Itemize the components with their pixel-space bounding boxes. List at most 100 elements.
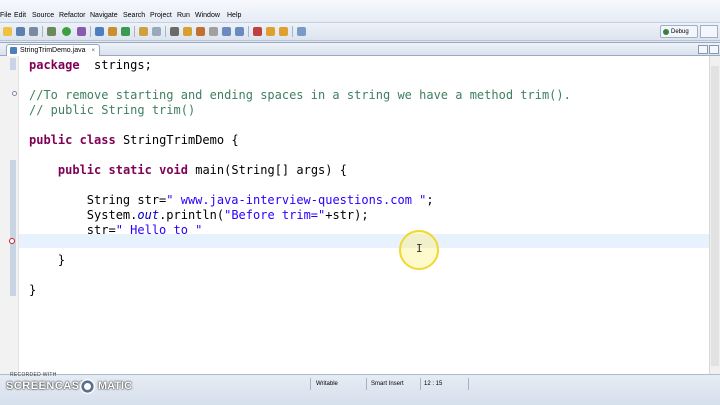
debug-perspective-button[interactable]: Debug bbox=[660, 25, 698, 38]
status-separator bbox=[366, 378, 367, 390]
menu-run[interactable]: Run bbox=[177, 12, 190, 20]
forward-icon[interactable] bbox=[279, 27, 288, 36]
code-line: String str=" www.java-interview-question… bbox=[29, 193, 434, 207]
toolbar-separator bbox=[248, 26, 249, 37]
code-line: System.out.println("Before trim="+str); bbox=[29, 208, 369, 222]
back-icon[interactable] bbox=[266, 27, 275, 36]
java-perspective-button[interactable] bbox=[700, 25, 718, 38]
code-token: class bbox=[79, 133, 116, 147]
editor-tab-stringtrimdemo[interactable]: StringTrimDemo.java × bbox=[6, 44, 100, 56]
status-separator bbox=[310, 378, 311, 390]
close-tab-icon[interactable]: × bbox=[91, 48, 95, 54]
toolbar-separator bbox=[134, 26, 135, 37]
editor-tab-label: StringTrimDemo.java bbox=[20, 47, 86, 54]
pin-icon[interactable] bbox=[297, 27, 306, 36]
last-edit-icon[interactable] bbox=[253, 27, 262, 36]
main-toolbar: Debug bbox=[0, 23, 720, 41]
block-selection-icon[interactable] bbox=[196, 27, 205, 36]
toolbar-separator bbox=[292, 26, 293, 37]
menu-help[interactable]: Help bbox=[227, 12, 241, 20]
toolbar-separator bbox=[42, 26, 43, 37]
menu-search[interactable]: Search bbox=[123, 12, 145, 20]
status-separator bbox=[468, 378, 469, 390]
code-line: //To remove starting and ending spaces i… bbox=[29, 88, 571, 102]
text-cursor-icon: I bbox=[416, 242, 423, 255]
watermark-brand-right: MATIC bbox=[98, 380, 133, 392]
code-line: // public String trim() bbox=[29, 103, 195, 117]
code-token: "Before trim=" bbox=[224, 208, 326, 222]
show-whitespace-icon[interactable] bbox=[209, 27, 218, 36]
run-icon[interactable] bbox=[62, 27, 71, 36]
menu-bar: File Edit Source Refactor Navigate Searc… bbox=[0, 0, 720, 23]
menu-refactor[interactable]: Refactor bbox=[59, 12, 85, 20]
toolbar-separator bbox=[165, 26, 166, 37]
debug-icon[interactable] bbox=[47, 27, 56, 36]
external-tools-icon[interactable] bbox=[77, 27, 86, 36]
code-line: } bbox=[29, 253, 65, 267]
status-separator bbox=[420, 378, 421, 390]
code-token: String str= bbox=[29, 193, 167, 207]
new-java-project-icon[interactable] bbox=[95, 27, 104, 36]
code-token: public bbox=[29, 133, 73, 147]
annotation-icon[interactable] bbox=[183, 27, 192, 36]
save-icon[interactable] bbox=[16, 27, 25, 36]
next-annotation-icon[interactable] bbox=[222, 27, 231, 36]
new-class-icon[interactable] bbox=[121, 27, 130, 36]
open-type-icon[interactable] bbox=[139, 27, 148, 36]
error-marker-icon[interactable] bbox=[9, 238, 15, 244]
code-area[interactable]: package strings; //To remove starting and… bbox=[19, 56, 709, 374]
code-line: public static void main(String[] args) { bbox=[29, 163, 347, 177]
minimize-icon[interactable] bbox=[698, 45, 708, 54]
toggle-mark-icon[interactable] bbox=[170, 27, 179, 36]
toolbar-separator bbox=[90, 26, 91, 37]
code-token: strings; bbox=[79, 58, 152, 72]
code-line: } bbox=[29, 283, 36, 297]
menu-project[interactable]: Project bbox=[150, 12, 172, 20]
code-token: +str); bbox=[325, 208, 369, 222]
code-token: .println( bbox=[159, 208, 225, 222]
status-insert-mode: Smart Insert bbox=[371, 381, 404, 387]
code-token: System. bbox=[29, 208, 138, 222]
bug-icon bbox=[663, 29, 669, 35]
menu-navigate[interactable]: Navigate bbox=[90, 12, 118, 20]
code-token: //To remove starting and ending spaces i… bbox=[29, 88, 571, 102]
code-line: str=" Hello to " bbox=[29, 223, 203, 237]
code-token: package bbox=[29, 58, 80, 72]
code-token: static bbox=[108, 163, 152, 177]
code-line: package strings; bbox=[29, 58, 152, 72]
new-package-icon[interactable] bbox=[108, 27, 117, 36]
code-token: out bbox=[137, 208, 160, 222]
menu-file[interactable]: File bbox=[0, 12, 11, 20]
code-token: // public String trim() bbox=[29, 103, 196, 117]
prev-annotation-icon[interactable] bbox=[235, 27, 244, 36]
status-writable: Writable bbox=[316, 381, 338, 387]
code-line: public class StringTrimDemo { bbox=[29, 133, 239, 147]
editor-gutter bbox=[0, 56, 19, 374]
code-token: " www.java-interview-questions.com " bbox=[166, 193, 427, 207]
editor-tab-bar: StringTrimDemo.java × bbox=[0, 43, 720, 56]
change-marker bbox=[10, 58, 16, 70]
fold-toggle-icon[interactable] bbox=[12, 91, 17, 96]
vertical-scrollbar[interactable] bbox=[709, 56, 720, 374]
print-icon[interactable] bbox=[29, 27, 38, 36]
maximize-icon[interactable] bbox=[709, 45, 719, 54]
code-token: } bbox=[29, 283, 37, 297]
java-file-icon bbox=[10, 47, 17, 54]
code-token: main(String[] args) { bbox=[188, 163, 347, 177]
new-icon[interactable] bbox=[3, 27, 12, 36]
menu-edit[interactable]: Edit bbox=[14, 12, 26, 20]
perspective-label: Debug bbox=[671, 29, 689, 35]
menu-window[interactable]: Window bbox=[195, 12, 220, 20]
status-cursor-position: 12 : 15 bbox=[424, 381, 443, 387]
search-icon[interactable] bbox=[152, 27, 161, 36]
menu-source[interactable]: Source bbox=[32, 12, 54, 20]
watermark-recorded-text: RECORDED WITH bbox=[10, 372, 57, 378]
code-token: " Hello to " bbox=[115, 223, 203, 237]
scrollbar-thumb[interactable] bbox=[711, 66, 719, 366]
code-token: str= bbox=[29, 223, 116, 237]
code-token: } bbox=[29, 253, 66, 267]
code-token: StringTrimDemo { bbox=[115, 133, 239, 147]
editor-pane: StringTrimDemo.java × package strings; //… bbox=[0, 42, 720, 375]
